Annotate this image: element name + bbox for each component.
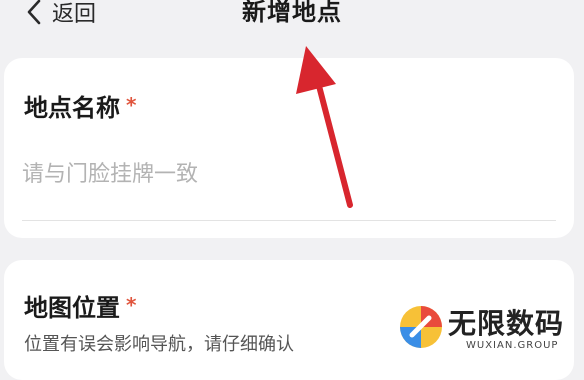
top-bar: 返回 新增地点	[0, 0, 584, 40]
watermark: 无限数码 WUXIAN.GROUP	[396, 300, 584, 354]
place-name-card: 地点名称 *	[4, 58, 574, 238]
required-mark: *	[126, 293, 137, 317]
watermark-subtext: WUXIAN.GROUP	[466, 340, 559, 351]
place-name-label-text: 地点名称	[24, 94, 120, 122]
place-name-label: 地点名称 *	[24, 88, 136, 123]
required-mark: *	[126, 93, 137, 117]
input-divider	[22, 220, 556, 221]
wuxian-logo-icon	[400, 306, 442, 348]
watermark-text: 无限数码	[448, 307, 565, 340]
page-title: 新增地点	[242, 0, 342, 26]
place-name-input[interactable]	[22, 152, 552, 196]
map-location-label: 地图位置 *	[24, 288, 136, 323]
map-location-label-text: 地图位置	[24, 294, 120, 322]
map-location-hint: 位置有误会影响导航，请仔细确认	[24, 334, 294, 355]
